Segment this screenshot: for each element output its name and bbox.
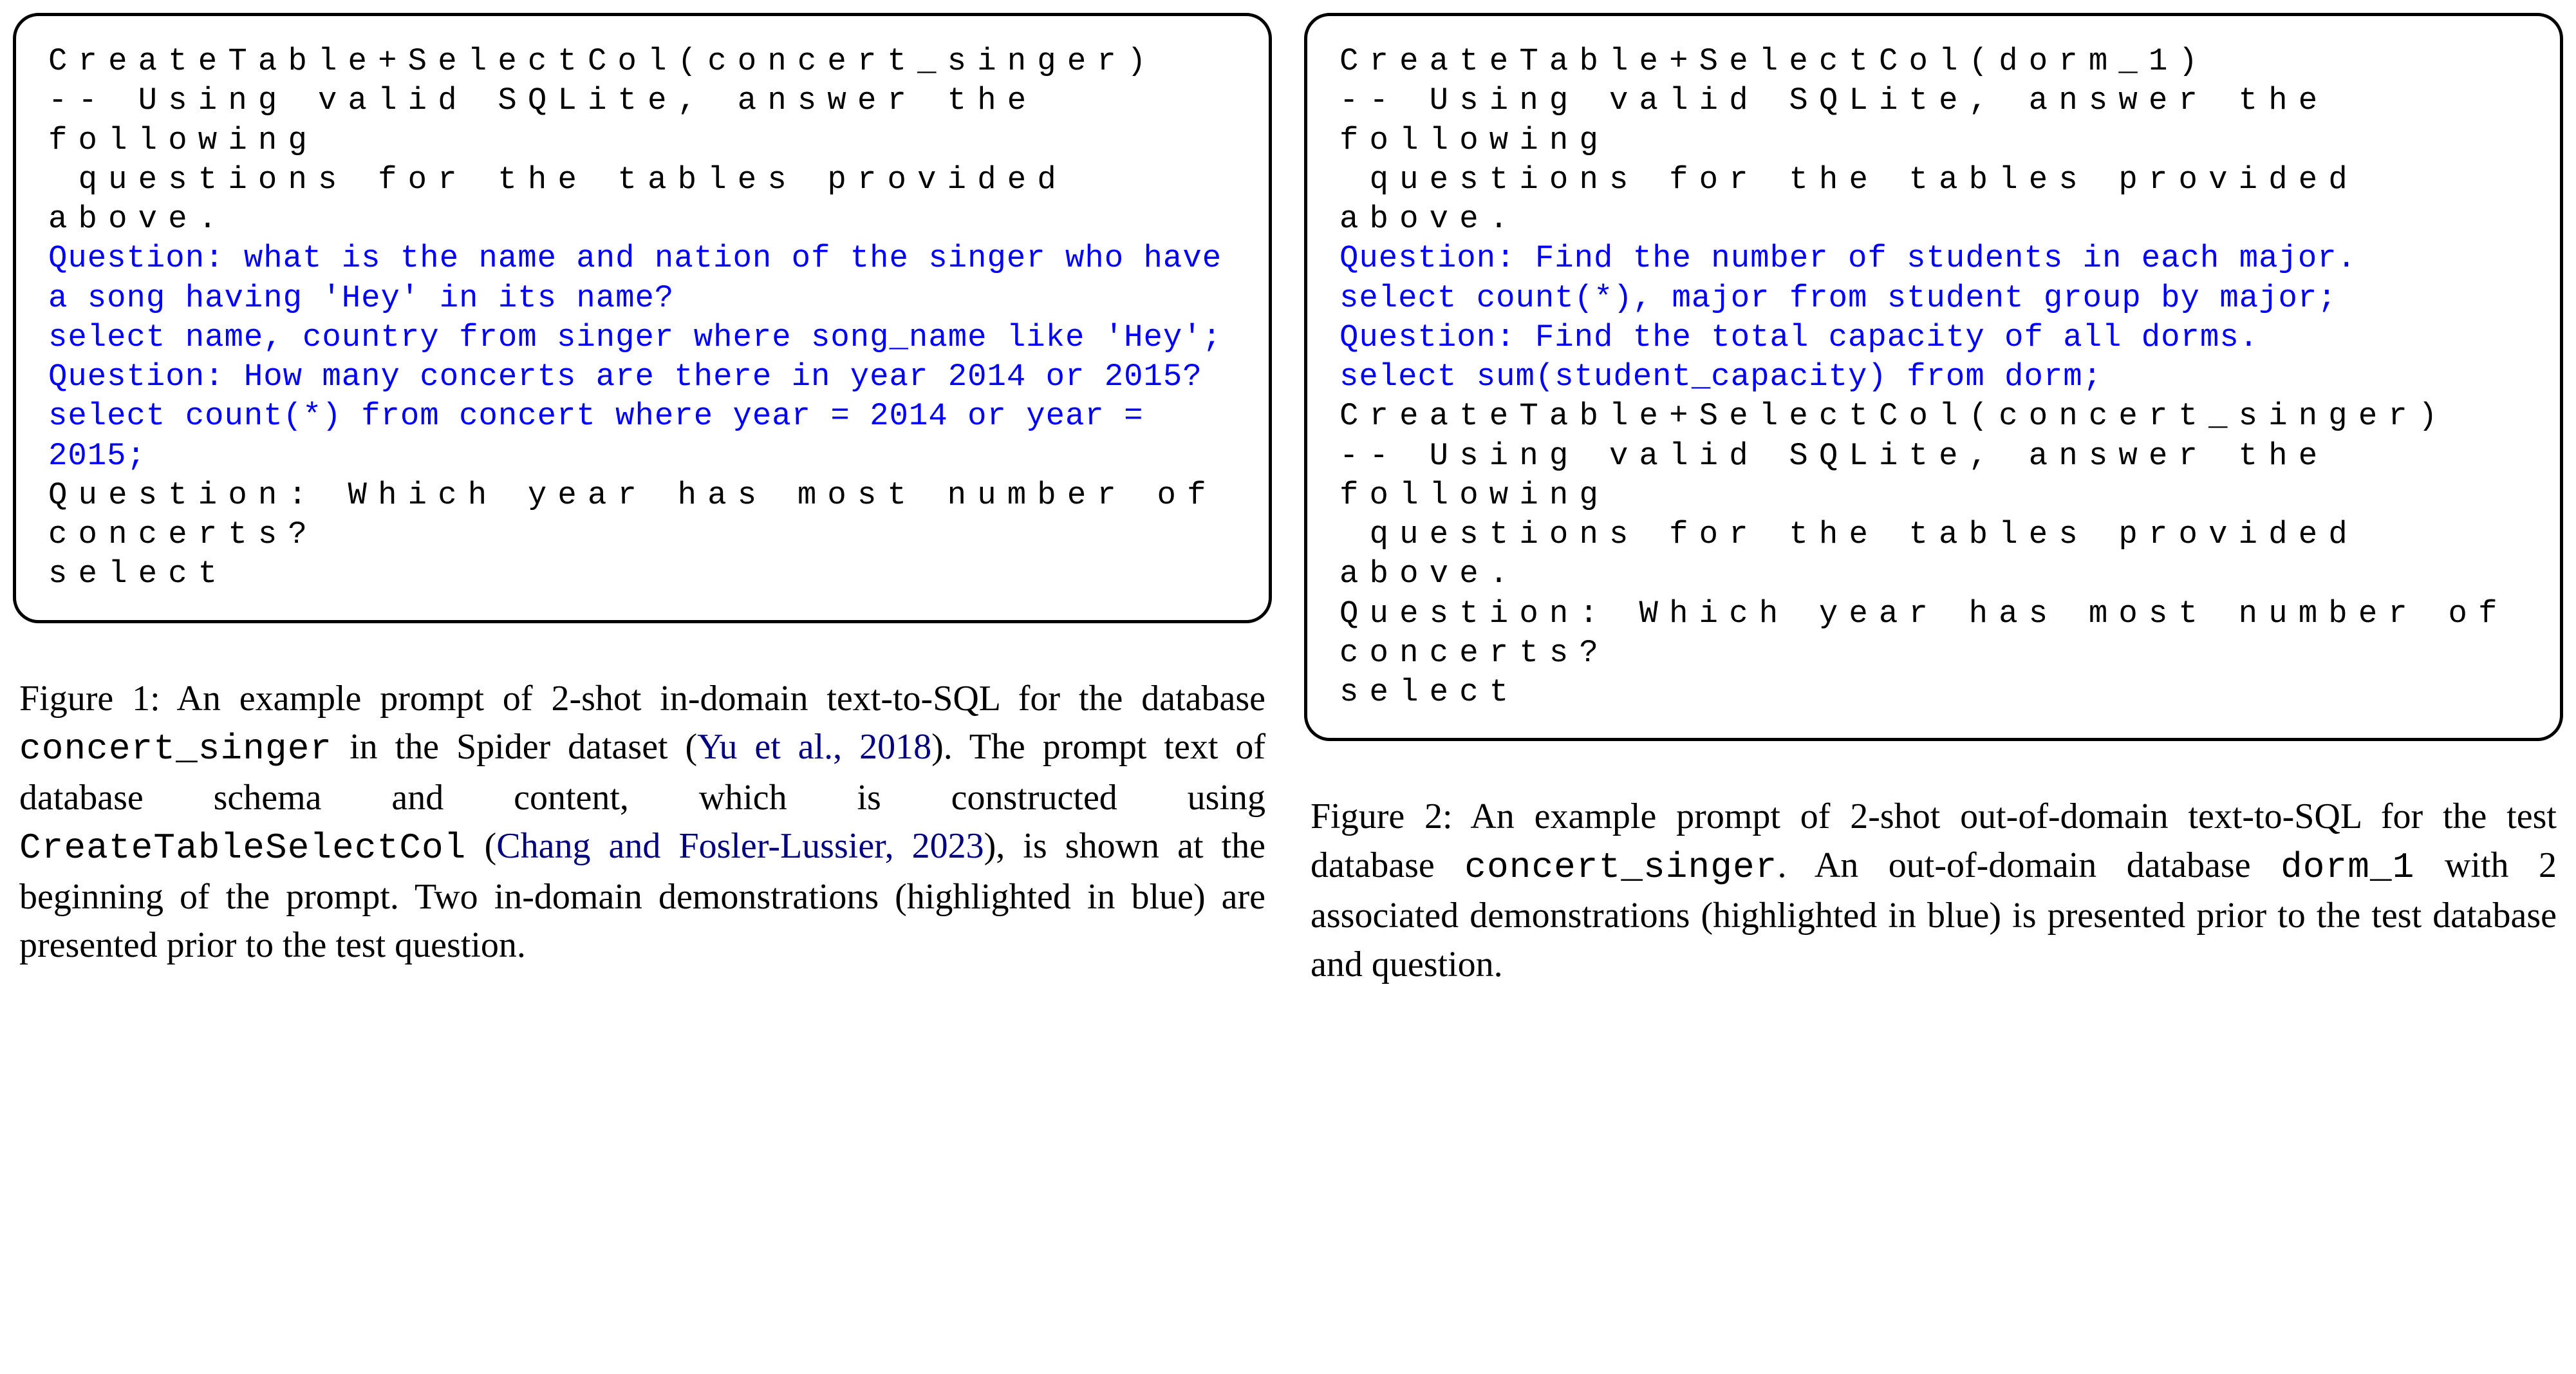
- citation-link[interactable]: Yu et al., 2018: [697, 727, 931, 767]
- code-line-highlighted: select count(*), major from student grou…: [1339, 279, 2528, 318]
- caption-text: Figure 1: An example prompt of 2-shot in…: [19, 679, 1265, 719]
- caption-method-name: CreateTableSelectCol: [19, 827, 467, 869]
- figure-2-code-box: CreateTable+SelectCol(dorm_1) -- Using v…: [1304, 13, 2563, 741]
- code-line-highlighted: Question: Find the total capacity of all…: [1339, 318, 2528, 357]
- code-line: select: [48, 554, 1237, 594]
- code-line-highlighted: Question: How many concerts are there in…: [48, 357, 1237, 397]
- caption-text: in the Spider dataset (: [332, 727, 697, 767]
- code-line-highlighted: Question: what is the name and nation of…: [48, 239, 1237, 318]
- caption-db-name: concert_singer: [19, 728, 332, 769]
- caption-text: (: [467, 826, 497, 866]
- code-line: questions for the tables provided above.: [48, 160, 1237, 240]
- caption-db-name: dorm_1: [2281, 847, 2414, 888]
- code-line: questions for the tables provided above.: [1339, 515, 2528, 594]
- code-line-highlighted: select count(*) from concert where year …: [48, 397, 1237, 476]
- code-line-highlighted: Question: Find the number of students in…: [1339, 239, 2528, 278]
- code-line: CreateTable+SelectCol(dorm_1): [1339, 42, 2528, 81]
- code-line: -- Using valid SQLite, answer the follow…: [48, 81, 1237, 160]
- figure-2-column: CreateTable+SelectCol(dorm_1) -- Using v…: [1304, 13, 2563, 1361]
- code-line: CreateTable+SelectCol(concert_singer): [1339, 397, 2528, 436]
- code-line: Question: Which year has most number of …: [48, 476, 1237, 555]
- code-line: CreateTable+SelectCol(concert_singer): [48, 42, 1237, 81]
- figure-1-caption: Figure 1: An example prompt of 2-shot in…: [13, 675, 1272, 971]
- code-line-highlighted: select sum(student_capacity) from dorm;: [1339, 357, 2528, 397]
- caption-db-name: concert_singer: [1464, 847, 1777, 888]
- figure-2-caption: Figure 2: An example prompt of 2-shot ou…: [1304, 793, 2563, 989]
- figure-1-column: CreateTable+SelectCol(concert_singer) --…: [13, 13, 1272, 1361]
- code-line: select: [1339, 673, 2528, 712]
- code-line-highlighted: select name, country from singer where s…: [48, 318, 1237, 357]
- citation-link[interactable]: Chang and Fosler-Lussier, 2023: [496, 826, 984, 866]
- figure-1-code-box: CreateTable+SelectCol(concert_singer) --…: [13, 13, 1272, 623]
- code-line: questions for the tables provided above.: [1339, 160, 2528, 240]
- code-line: Question: Which year has most number of …: [1339, 594, 2528, 673]
- caption-text: . An out-of-domain database: [1777, 845, 2281, 885]
- code-line: -- Using valid SQLite, answer the follow…: [1339, 81, 2528, 160]
- code-line: -- Using valid SQLite, answer the follow…: [1339, 437, 2528, 516]
